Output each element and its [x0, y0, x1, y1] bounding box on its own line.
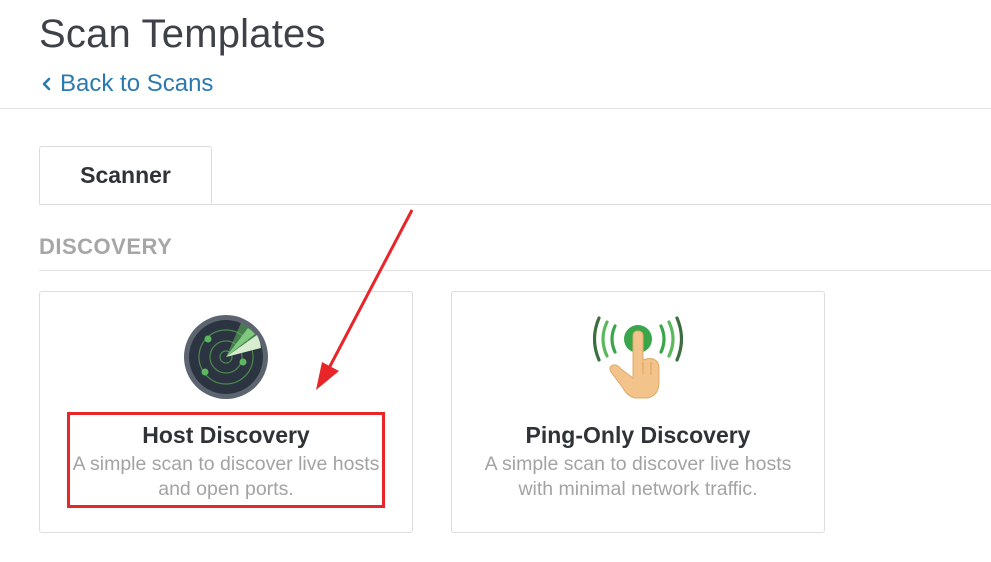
- page-title: Scan Templates: [39, 12, 326, 56]
- template-description: A simple scan to discover live hosts and…: [72, 453, 380, 500]
- page: Scan Templates Back to Scans Scanner DIS…: [0, 0, 991, 562]
- section-divider: [39, 270, 991, 271]
- back-link-label: Back to Scans: [60, 70, 214, 97]
- tab-bar-divider: [39, 204, 991, 205]
- ping-touch-icon: [593, 316, 683, 399]
- template-card-host-discovery[interactable]: Host Discovery A simple scan to discover…: [39, 291, 413, 533]
- section-heading-discovery: DISCOVERY: [39, 234, 173, 259]
- template-title: Host Discovery: [142, 422, 310, 448]
- tab-scanner-label: Scanner: [80, 161, 171, 188]
- chevron-left-icon: [42, 77, 51, 91]
- back-to-scans-link[interactable]: Back to Scans: [40, 69, 213, 99]
- template-card-ping-only-discovery[interactable]: Ping-Only Discovery A simple scan to dis…: [451, 291, 825, 533]
- template-description: A simple scan to discover live hosts wit…: [484, 453, 792, 500]
- template-title: Ping-Only Discovery: [525, 422, 751, 448]
- tab-scanner[interactable]: Scanner: [39, 146, 212, 204]
- header-divider: [0, 108, 991, 109]
- radar-icon: [184, 315, 268, 399]
